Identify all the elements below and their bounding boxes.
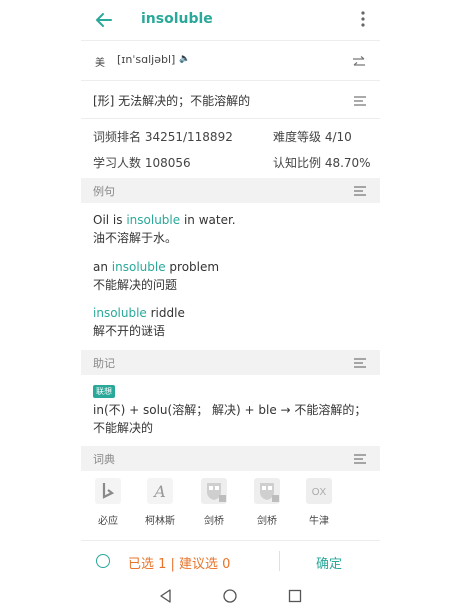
section-label: 词典 — [93, 453, 115, 466]
cambridge-icon — [254, 478, 280, 504]
system-nav-bar — [81, 580, 380, 614]
pronunciation-row: 美 [ɪnˈsɑljəbl] 🔈 — [81, 50, 380, 74]
difficulty-stat: 难度等级 4/10 — [273, 130, 352, 144]
example-item: insoluble riddle 解不开的谜语 — [93, 304, 185, 340]
collins-icon: A — [147, 478, 173, 504]
divider — [81, 80, 380, 81]
dictionary-item[interactable]: OX 牛津 — [299, 478, 339, 527]
select-radio[interactable] — [96, 554, 110, 568]
example-zh: 解不开的谜语 — [93, 324, 166, 338]
section-header-examples: 例句 — [81, 178, 380, 203]
learners-stat: 学习人数 108056 — [93, 156, 191, 170]
example-item: Oil is insoluble in water. 油不溶解于水。 — [93, 211, 236, 247]
nav-home-icon[interactable] — [222, 588, 238, 604]
rank-stat: 词频排名 34251/118892 — [93, 130, 233, 144]
svg-text:A: A — [152, 482, 166, 501]
dictionary-item[interactable]: 必应 — [88, 478, 128, 527]
section-header-dictionary: 词典 — [81, 446, 380, 471]
speaker-icon[interactable]: 🔈 — [179, 54, 190, 64]
divider — [81, 40, 380, 41]
nav-back-icon[interactable] — [158, 588, 174, 604]
example-item: an insoluble problem 不能解决的问题 — [93, 258, 219, 294]
cambridge-icon — [201, 478, 227, 504]
divider — [279, 551, 280, 571]
example-en: insoluble riddle — [93, 306, 185, 320]
example-en: an insoluble problem — [93, 260, 220, 274]
section-label: 例句 — [93, 185, 115, 198]
more-options-icon[interactable] — [360, 11, 366, 27]
dictionary-item[interactable]: A 柯林斯 — [140, 478, 180, 527]
confirm-button[interactable]: 确定 — [316, 553, 342, 572]
list-menu-icon[interactable] — [354, 358, 366, 368]
cognition-stat: 认知比例 48.70% — [273, 156, 371, 170]
definition-text: [形] 无法解决的；不能溶解的 — [93, 94, 251, 108]
word-detail-screen: insoluble 美 [ɪnˈsɑljəbl] 🔈 [形] 无法解决的；不能溶… — [81, 0, 380, 614]
svg-text:OX: OX — [312, 487, 327, 498]
example-zh: 油不溶解于水。 — [93, 231, 178, 245]
example-zh: 不能解决的问题 — [93, 278, 178, 292]
list-menu-icon[interactable] — [354, 96, 366, 106]
bing-icon — [95, 478, 121, 504]
dictionary-list: 必应 A 柯林斯 剑桥 剑桥 OX 牛津 — [81, 478, 380, 530]
example-en: Oil is insoluble in water. — [93, 213, 236, 227]
nav-recents-icon[interactable] — [287, 588, 303, 604]
definition-row: [形] 无法解决的；不能溶解的 — [81, 90, 380, 112]
section-header-memory: 助记 — [81, 350, 380, 375]
oxford-icon: OX — [306, 478, 332, 504]
memory-text: in(不) + solu(溶解； 解决) + ble → 不能溶解的； 不能解决… — [93, 403, 367, 435]
region-label: 美 — [95, 58, 105, 69]
swap-icon[interactable] — [352, 56, 366, 68]
divider — [81, 118, 380, 119]
list-menu-icon[interactable] — [354, 454, 366, 464]
selection-bar: 已选 1 | 建议选 0 确定 — [81, 540, 380, 580]
dictionary-item[interactable]: 剑桥 — [247, 478, 287, 527]
app-bar: insoluble — [81, 0, 380, 40]
back-arrow-icon[interactable] — [93, 9, 115, 31]
dictionary-item[interactable]: 剑桥 — [194, 478, 234, 527]
selection-count: 已选 1 | 建议选 0 — [128, 557, 231, 572]
phonetic-text: [ɪnˈsɑljəbl] — [117, 53, 176, 66]
section-label: 助记 — [93, 357, 115, 370]
association-tag: 联想 — [93, 385, 115, 398]
list-menu-icon[interactable] — [354, 186, 366, 196]
page-title: insoluble — [141, 11, 213, 27]
